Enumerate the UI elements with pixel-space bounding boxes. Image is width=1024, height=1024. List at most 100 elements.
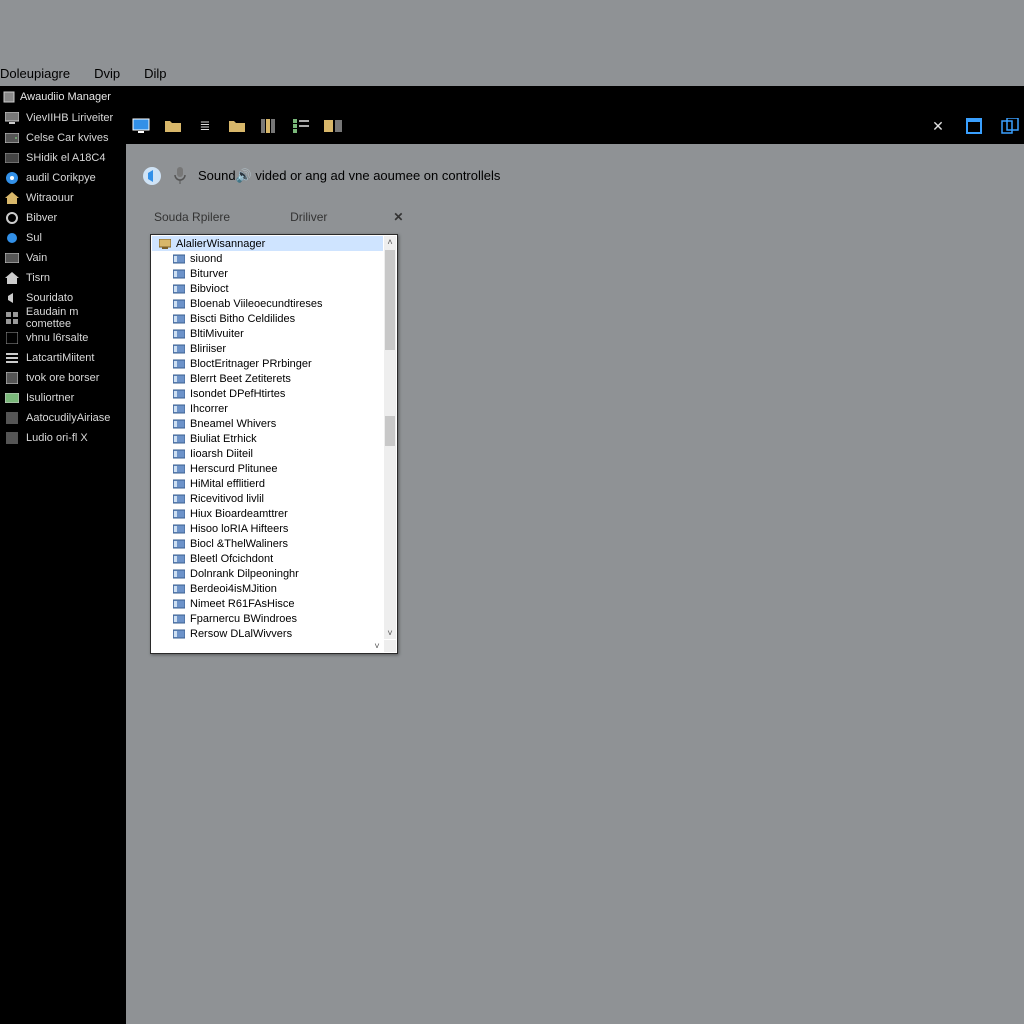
list-item[interactable]: HiMital efflitierd <box>152 476 383 491</box>
list-item[interactable]: Biturver <box>152 266 383 281</box>
grid4-icon <box>4 410 20 426</box>
vertical-scrollbar[interactable]: ˄ ˅ <box>384 236 396 639</box>
tab-2[interactable]: Driliver <box>290 210 327 224</box>
menu-item-2[interactable]: Dvip <box>94 66 120 81</box>
sidebar-item-3[interactable]: audil Corikpye <box>0 168 126 188</box>
list-item[interactable]: Ricevitivod livlil <box>152 491 383 506</box>
folder-icon[interactable] <box>164 117 182 135</box>
maximize-icon[interactable] <box>964 116 984 136</box>
list-item-label: Biscti Bitho Celdilides <box>190 313 295 325</box>
list-item[interactable]: Hiux Bioardeamttrer <box>152 506 383 521</box>
folder2-icon[interactable] <box>228 117 246 135</box>
speaker-icon <box>4 170 20 186</box>
list-item-label: BltiMivuiter <box>190 328 244 340</box>
device-icon <box>172 553 186 565</box>
list-item[interactable]: Bleetl Ofcichdont <box>152 551 383 566</box>
list-item-label: Hisoo loRIA Hifteers <box>190 523 288 535</box>
device-icon <box>172 433 186 445</box>
grid3-icon <box>4 370 20 386</box>
device-icon <box>172 508 186 520</box>
list-item[interactable]: Berdeoi4isMJition <box>152 581 383 596</box>
sidebar-item-label: Celse Car kvives <box>26 132 109 144</box>
category-heading: Sound🔊 vided or ang ad vne aoumee on con… <box>142 166 500 186</box>
home-icon <box>4 190 20 206</box>
list-item-label: HiMital efflitierd <box>190 478 265 490</box>
device-icon <box>172 523 186 535</box>
scroll-up-icon[interactable]: ˄ <box>384 236 396 248</box>
device-icon <box>172 613 186 625</box>
scroll-down-icon[interactable]: ˅ <box>384 627 396 639</box>
device-listbox: AlalierWisannagersiuondBiturverBibvioctB… <box>150 234 398 654</box>
sidebar-item-15[interactable]: AatocudilyAiriase <box>0 408 126 428</box>
toggle-icon[interactable] <box>324 117 342 135</box>
list-item[interactable]: Blerrt Beet Zetiterets <box>152 371 383 386</box>
list-item[interactable]: Bibvioct <box>152 281 383 296</box>
device-icon <box>172 538 186 550</box>
scroll-thumb-2[interactable] <box>385 416 395 446</box>
list-item[interactable]: Bliriiser <box>152 341 383 356</box>
scroll-right-icon[interactable]: ˅ <box>371 640 383 652</box>
list-item[interactable]: Nimeet R61FAsHisce <box>152 596 383 611</box>
tab-close-icon[interactable]: ✕ <box>393 210 403 224</box>
tab-icon <box>4 250 20 266</box>
list-item[interactable]: Bloenab Viileoecundtireses <box>152 296 383 311</box>
menu-item-1[interactable]: Doleupiagre <box>0 66 70 81</box>
list-item[interactable]: Rersow DLalWivvers <box>152 626 383 639</box>
list-icon <box>4 350 20 366</box>
restore-icon[interactable] <box>1000 116 1020 136</box>
sidebar-item-10[interactable]: Eaudain m comettee <box>0 308 126 328</box>
list-item[interactable]: Fparnercu BWindroes <box>152 611 383 626</box>
list-item-label: Dolnrank Dilpeoninghr <box>190 568 299 580</box>
tree-root[interactable]: AlalierWisannager <box>152 236 383 251</box>
list-item[interactable]: Herscurd Plitunee <box>152 461 383 476</box>
columns-icon[interactable] <box>260 117 278 135</box>
sidebar-item-7[interactable]: Vain <box>0 248 126 268</box>
list-item-label: siuond <box>190 253 222 265</box>
sidebar-item-4[interactable]: Witraouur <box>0 188 126 208</box>
list-item[interactable]: Hisoo loRIA Hifteers <box>152 521 383 536</box>
list-item[interactable]: BltiMivuiter <box>152 326 383 341</box>
device-icon <box>172 598 186 610</box>
list-item[interactable]: Biuliat Etrhick <box>152 431 383 446</box>
device-icon <box>172 283 186 295</box>
list-item[interactable]: siuond <box>152 251 383 266</box>
sidebar-item-16[interactable]: Ludio ori-fl X <box>0 428 126 448</box>
list-item[interactable]: Ihcorrer <box>152 401 383 416</box>
list-icon[interactable]: ≣ <box>196 117 214 135</box>
close-icon[interactable]: ✕ <box>928 116 948 136</box>
list-item[interactable]: Dolnrank Dilpeoninghr <box>152 566 383 581</box>
list-item[interactable]: Biocl &ThelWaliners <box>152 536 383 551</box>
device-icon <box>172 373 186 385</box>
list-item[interactable]: Bneamel Whivers <box>152 416 383 431</box>
sidebar-item-11[interactable]: vhnu l6rsalte <box>0 328 126 348</box>
titlebar: Awaudiio Manager <box>0 86 1024 108</box>
menu-item-3[interactable]: Dilp <box>144 66 166 81</box>
window-buttons: ✕ <box>928 108 1020 144</box>
sidebar-item-5[interactable]: Bibver <box>0 208 126 228</box>
window-title: Awaudiio Manager <box>20 91 111 103</box>
scroll-thumb[interactable] <box>385 250 395 350</box>
sidebar-item-6[interactable]: Sul <box>0 228 126 248</box>
tab-1[interactable]: Souda Rpilere <box>154 210 230 224</box>
tree-root-label: AlalierWisannager <box>176 238 265 250</box>
sidebar-item-label: Isuliortner <box>26 392 74 404</box>
sidebar-item-label: Tisrn <box>26 272 50 284</box>
sidebar-item-8[interactable]: Tisrn <box>0 268 126 288</box>
device-list[interactable]: AlalierWisannagersiuondBiturverBibvioctB… <box>152 236 383 639</box>
sidebar-item-1[interactable]: Celse Car kvives <box>0 128 126 148</box>
sidebar-item-9[interactable]: Souridato <box>0 288 126 308</box>
sidebar-item-label: Vain <box>26 252 47 264</box>
sidebar-item-0[interactable]: VievIIHB Liriveiter <box>0 108 126 128</box>
list-item[interactable]: Iioarsh Diiteil <box>152 446 383 461</box>
sidebar-item-2[interactable]: SHidik el A18C4 <box>0 148 126 168</box>
list-item[interactable]: BloctEritnager PRrbinger <box>152 356 383 371</box>
sidebar-item-13[interactable]: tvok ore borser <box>0 368 126 388</box>
list-item[interactable]: Biscti Bitho Celdilides <box>152 311 383 326</box>
monitor-icon[interactable] <box>132 117 150 135</box>
list-item[interactable]: Isondet DPefHtirtes <box>152 386 383 401</box>
sidebar-item-14[interactable]: Isuliortner <box>0 388 126 408</box>
sidebar-item-label: SHidik el A18C4 <box>26 152 106 164</box>
home2-icon <box>4 270 20 286</box>
sidebar-item-12[interactable]: LatcartiMiitent <box>0 348 126 368</box>
tree-icon[interactable] <box>292 117 310 135</box>
